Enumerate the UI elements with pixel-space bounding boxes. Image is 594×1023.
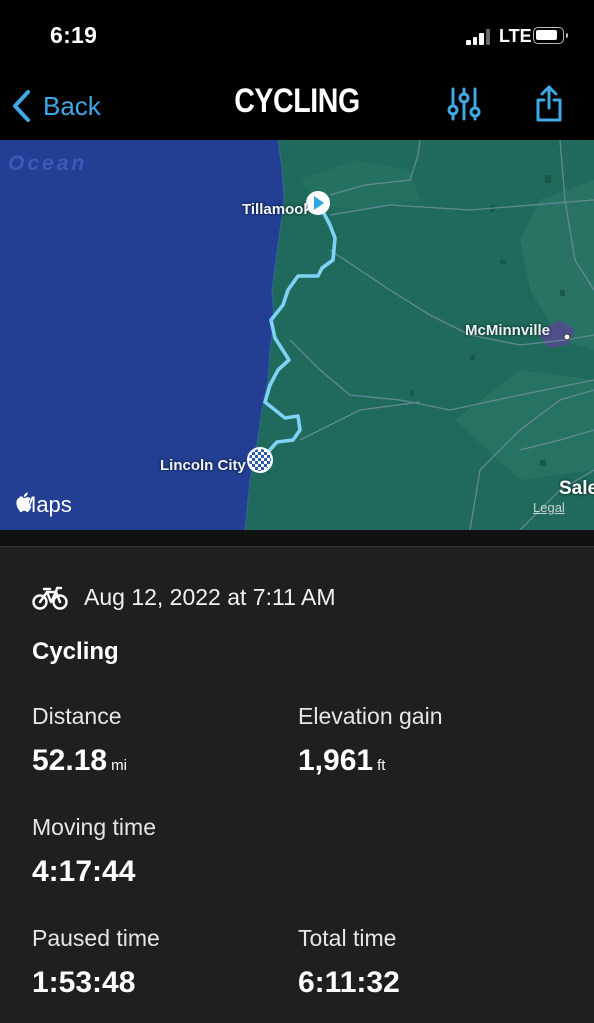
workout-details: Aug 12, 2022 at 7:11 AM Cycling Distance…	[0, 547, 594, 1023]
route-finish-marker[interactable]	[247, 447, 273, 473]
activity-name: Cycling	[32, 638, 119, 665]
distance-label: Distance	[32, 703, 122, 729]
place-label-finish: Lincoln City	[160, 457, 246, 474]
place-label-mcminnville: McMinnville	[465, 322, 551, 339]
section-divider	[0, 530, 594, 547]
navigation-bar: Back CYCLING	[0, 70, 594, 140]
moving-time-label: Moving time	[32, 814, 156, 840]
bicycle-icon	[32, 586, 68, 610]
elevation-value-row: 1,961 ft	[298, 744, 385, 778]
apple-logo-icon	[16, 492, 32, 512]
moving-time-value: 4:17:44	[32, 855, 136, 888]
place-label-salem: Sale	[559, 478, 594, 499]
paused-time-value: 1:53:48	[32, 966, 136, 999]
distance-value: 52.18	[32, 744, 108, 777]
date-row: Aug 12, 2022 at 7:11 AM	[32, 584, 335, 611]
total-time-label: Total time	[298, 925, 397, 951]
place-label-start: Tillamook	[242, 201, 308, 218]
legal-link[interactable]: Legal	[533, 500, 565, 515]
sliders-icon	[447, 87, 481, 121]
elevation-label: Elevation gain	[298, 703, 443, 729]
chevron-left-icon	[13, 90, 30, 122]
workout-date: Aug 12, 2022 at 7:11 AM	[84, 584, 336, 610]
paused-time-label: Paused time	[32, 925, 160, 951]
elevation-unit: ft	[377, 757, 386, 774]
ocean-label: Ocean	[8, 152, 88, 175]
status-bar: 6:19 LTE	[0, 0, 594, 70]
distance-unit: mi	[111, 757, 127, 774]
distance-value-row: 52.18 mi	[32, 744, 127, 778]
share-button[interactable]	[534, 84, 564, 124]
network-type: LTE	[499, 26, 532, 46]
status-time: 6:19	[50, 22, 98, 48]
route-map[interactable]: Ocean Tillamook McMinnville Lincoln City…	[0, 140, 594, 530]
elevation-value: 1,961	[298, 744, 374, 777]
battery-icon	[533, 27, 568, 44]
maps-brand: Maps	[15, 492, 72, 518]
cellular-signal-icon	[466, 29, 492, 45]
filter-button[interactable]	[447, 86, 481, 122]
share-icon	[536, 85, 562, 122]
total-time-value: 6:11:32	[298, 966, 400, 999]
